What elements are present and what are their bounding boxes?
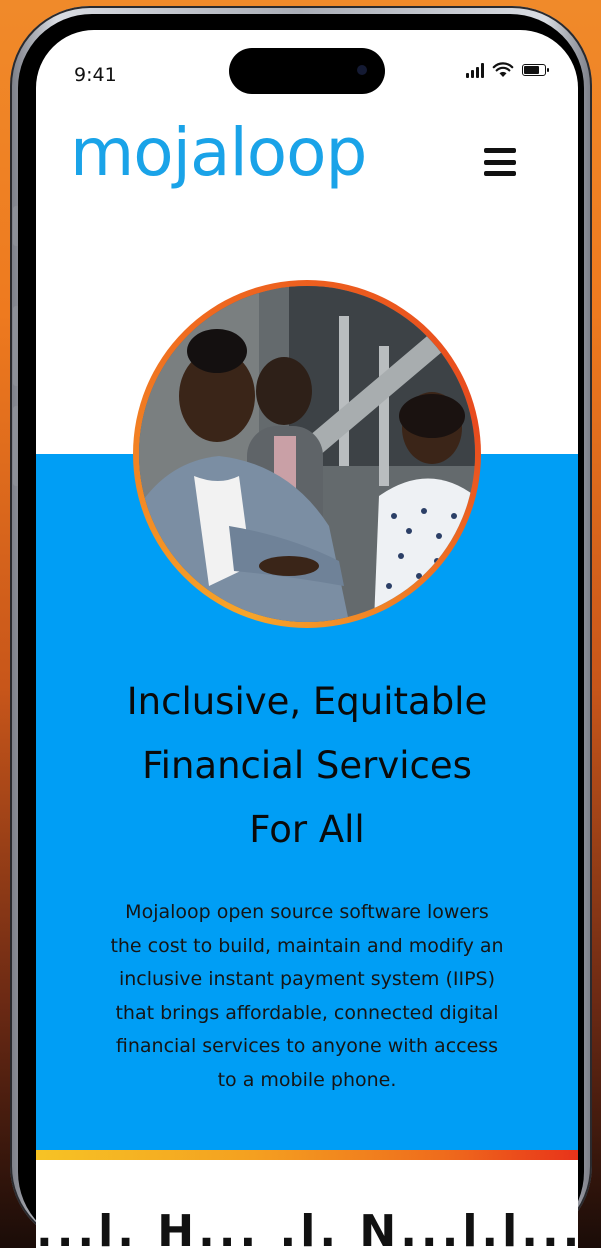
- description-line: financial services to anyone with access: [115, 1035, 499, 1057]
- status-icons: [466, 62, 549, 78]
- hero-photo: [139, 286, 475, 622]
- wifi-icon: [492, 62, 514, 77]
- hero-gradient-divider: [36, 1150, 578, 1160]
- hero-headline: Inclusive, Equitable Financial Services …: [36, 670, 578, 862]
- battery-icon: [522, 64, 549, 76]
- description-line: the cost to build, maintain and modify a…: [110, 934, 504, 957]
- headline-line: Inclusive, Equitable: [126, 680, 488, 723]
- hamburger-menu-icon[interactable]: [484, 148, 516, 176]
- next-section-heading: ...l. H... .l. N...l.l...: [36, 1206, 578, 1248]
- hero-photo-illustration: [139, 286, 475, 622]
- status-time: 9:41: [74, 64, 117, 86]
- camera-dot: [357, 65, 367, 75]
- cellular-signal-icon: [466, 62, 484, 78]
- site-header: mojaloop: [36, 114, 578, 220]
- phone-screen: 9:41 mojaloop Inclusive, Equitable Finan…: [36, 30, 578, 1248]
- hero-description: Mojaloop open source software lowers the…: [86, 896, 528, 1097]
- status-bar: 9:41: [36, 30, 578, 120]
- headline-line: For All: [249, 808, 365, 851]
- description-line: that brings affordable, connected digita…: [115, 1001, 499, 1024]
- description-line: Mojaloop open source software lowers: [125, 901, 489, 923]
- hero-photo-ring: [133, 280, 481, 628]
- description-line: to a mobile phone.: [217, 1068, 397, 1091]
- headline-line: Financial Services: [142, 744, 472, 787]
- mojaloop-logo[interactable]: mojaloop: [70, 114, 367, 191]
- battery-level: [524, 66, 540, 74]
- dynamic-island: [229, 48, 385, 94]
- description-line: inclusive instant payment system (IIPS): [118, 968, 496, 990]
